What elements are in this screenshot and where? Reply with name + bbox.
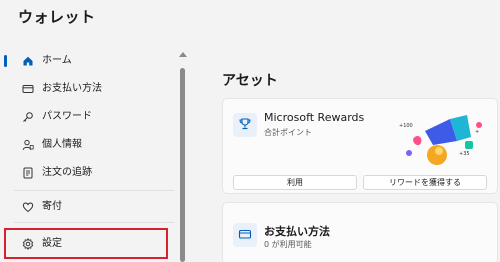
credit-card-icon [238, 226, 252, 245]
home-icon [22, 55, 34, 67]
earn-rewards-button[interactable]: リワードを獲得する [363, 175, 487, 190]
payment-title: お支払い方法 [264, 225, 330, 238]
payment-tile [233, 223, 257, 247]
scroll-up-arrow-icon[interactable] [179, 52, 187, 57]
app-title: ウォレット [18, 8, 96, 26]
credit-card-icon [22, 83, 34, 95]
sidebar-item-home[interactable]: ホーム [0, 50, 175, 72]
person-icon [22, 139, 34, 151]
sidebar-item-label: お支払い方法 [42, 83, 102, 94]
payment-subtitle: 0 が利用可能 [264, 240, 312, 249]
sidebar-item-label: パスワード [42, 111, 92, 122]
sidebar-item-order-tracking[interactable]: 注文の追跡 [0, 162, 175, 184]
sidebar-item-label: 注文の追跡 [42, 167, 92, 178]
payment-methods-card[interactable]: お支払い方法 0 が利用可能 [222, 202, 498, 262]
rewards-card: Microsoft Rewards 合計ポイント +100 +35 + 利用 リ… [222, 98, 498, 194]
sidebar-item-personal-info[interactable]: 個人情報 [0, 134, 175, 156]
sidebar-item-donations[interactable]: 寄付 [0, 196, 175, 218]
sidebar-item-passwords[interactable]: パスワード [0, 106, 175, 128]
rewards-illustration: +100 +35 + [395, 111, 495, 171]
sidebar-divider [14, 190, 174, 191]
section-title: アセット [222, 73, 278, 89]
sidebar-scrollbar[interactable] [178, 52, 188, 262]
sidebar-item-label: 寄付 [42, 201, 62, 212]
settings-highlight-box [4, 228, 168, 259]
sidebar-item-payment-methods[interactable]: お支払い方法 [0, 78, 175, 100]
rewards-tile [233, 113, 257, 137]
svg-text:+: + [475, 129, 479, 135]
rewards-trophy-icon [238, 116, 252, 135]
svg-text:+100: +100 [399, 123, 413, 129]
use-points-button[interactable]: 利用 [233, 175, 357, 190]
sidebar-item-label: 個人情報 [42, 139, 82, 150]
rewards-subtitle: 合計ポイント [264, 128, 312, 137]
rewards-title: Microsoft Rewards [264, 111, 365, 124]
receipt-icon [22, 167, 34, 179]
sidebar-divider [14, 222, 174, 223]
scrollbar-thumb[interactable] [180, 68, 185, 262]
sidebar-item-label: ホーム [42, 55, 72, 66]
heart-icon [22, 201, 34, 213]
svg-text:+35: +35 [459, 151, 470, 157]
key-icon [22, 111, 34, 123]
